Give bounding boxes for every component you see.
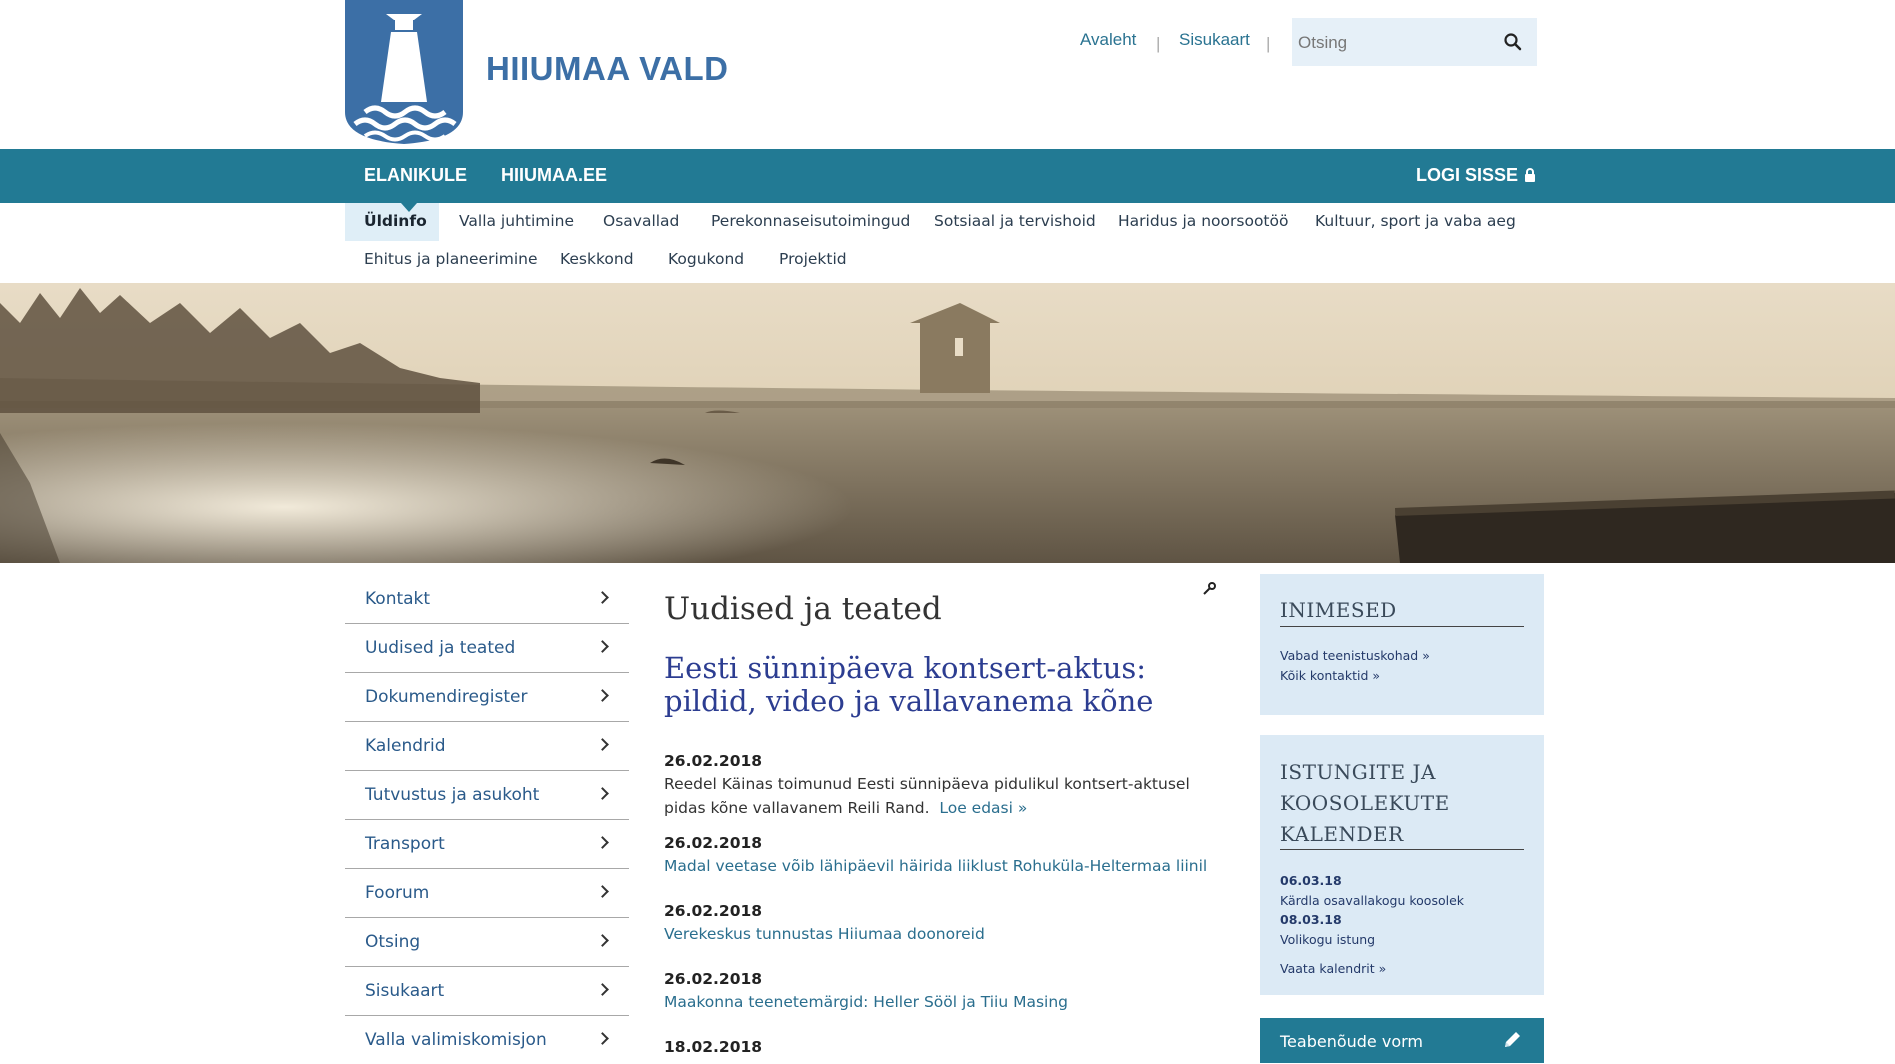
info-request-form-button[interactable]: Teabenõude vorm <box>1260 1018 1544 1063</box>
left-menu-label: Valla valimiskomisjon <box>365 1030 547 1050</box>
left-menu-item-kontakt[interactable]: Kontakt <box>345 575 629 624</box>
subnav-item-projektid[interactable]: Projektid <box>779 250 847 268</box>
left-menu-item-uudised[interactable]: Uudised ja teated <box>345 624 629 673</box>
left-menu-label: Sisukaart <box>365 981 445 1001</box>
search-input[interactable] <box>1296 18 1490 68</box>
divider <box>1280 626 1524 627</box>
chevron-right-icon <box>596 836 609 849</box>
news-date: 26.02.2018 <box>664 970 763 988</box>
people-title: INIMESED <box>1280 598 1397 622</box>
info-request-label: Teabenõude vorm <box>1280 1032 1423 1051</box>
subnav-item-valla-juhtimine[interactable]: Valla juhtimine <box>459 212 574 230</box>
main-nav: ELANIKULE HIIUMAA.EE LOGI SISSE <box>0 149 1895 203</box>
search-box <box>1292 18 1537 68</box>
subnav-item-kultuur[interactable]: Kultuur, sport ja vaba aeg <box>1315 212 1516 230</box>
lead-news-title[interactable]: Eesti sünnipäeva kontsert-aktus: pildid,… <box>664 652 1224 718</box>
wrench-icon[interactable] <box>1202 582 1216 596</box>
event-title[interactable]: Kärdla osavallakogu koosolek <box>1280 893 1464 908</box>
news-date: 18.02.2018 <box>664 1038 763 1056</box>
sitemap-link[interactable]: Sisukaart <box>1179 30 1250 50</box>
hero-image <box>0 283 1895 563</box>
separator: | <box>1156 34 1161 53</box>
news-link[interactable]: Madal veetase võib lähipäevil häirida li… <box>664 854 1224 878</box>
calendar-panel: ISTUNGITE JA KOOSOLEKUTE KALENDER 06.03.… <box>1260 735 1544 995</box>
separator: | <box>1266 34 1271 53</box>
left-menu-item-foorum[interactable]: Foorum <box>345 869 629 918</box>
news-item: 26.02.2018 Madal veetase võib lähipäevil… <box>664 834 1224 878</box>
site-name[interactable]: HIIUMAA VALD <box>486 50 728 88</box>
nav-item-hiiumaa-ee[interactable]: HIIUMAA.EE <box>501 165 607 186</box>
left-menu-label: Kalendrid <box>365 736 446 756</box>
chevron-right-icon <box>596 1032 609 1045</box>
caret-down-icon <box>401 203 417 212</box>
left-menu-label: Foorum <box>365 883 430 903</box>
chevron-right-icon <box>596 787 609 800</box>
lock-icon <box>1525 168 1536 182</box>
view-calendar-link[interactable]: Vaata kalendrit » <box>1280 961 1386 976</box>
subnav-item-haridus[interactable]: Haridus ja noorsootöö <box>1118 212 1288 230</box>
news-summary: Reedel Käinas toimunud Eesti sünnipäeva … <box>664 775 1190 817</box>
event-title[interactable]: Volikogu istung <box>1280 932 1375 947</box>
left-menu-item-tutvustus[interactable]: Tutvustus ja asukoht <box>345 771 629 820</box>
divider <box>1280 849 1524 850</box>
subnav-item-keskkond[interactable]: Keskkond <box>560 250 634 268</box>
subnav-item-uldinfo[interactable]: Üldinfo <box>364 212 427 230</box>
all-contacts-link[interactable]: Kõik kontaktid » <box>1280 668 1380 683</box>
event-date: 06.03.18 <box>1280 873 1342 888</box>
page-title: Uudised ja teated <box>664 590 942 627</box>
left-menu-item-transport[interactable]: Transport <box>345 820 629 869</box>
news-date: 26.02.2018 <box>664 752 763 770</box>
left-menu-item-kalendrid[interactable]: Kalendrid <box>345 722 629 771</box>
chevron-right-icon <box>596 983 609 996</box>
news-date: 26.02.2018 <box>664 902 763 920</box>
left-menu-item-otsing[interactable]: Otsing <box>345 918 629 967</box>
home-link[interactable]: Avaleht <box>1080 30 1136 50</box>
vacancies-link[interactable]: Vabad teenistuskohad » <box>1280 648 1430 663</box>
nav-item-elanikule[interactable]: ELANIKULE <box>364 165 467 186</box>
left-menu-item-valimiskomisjon[interactable]: Valla valimiskomisjon <box>345 1016 629 1064</box>
chevron-right-icon <box>596 885 609 898</box>
search-icon[interactable] <box>1503 32 1523 52</box>
left-menu-label: Kontakt <box>365 589 431 609</box>
chevron-right-icon <box>596 640 609 653</box>
read-more-link[interactable]: Loe edasi » <box>939 799 1027 817</box>
left-menu: Kontakt Uudised ja teated Dokumendiregis… <box>345 575 629 1064</box>
subnav-item-kogukond[interactable]: Kogukond <box>668 250 744 268</box>
left-menu-label: Transport <box>365 834 445 854</box>
subnav-item-ehitus[interactable]: Ehitus ja planeerimine <box>364 250 538 268</box>
event-date: 08.03.18 <box>1280 912 1342 927</box>
pencil-icon <box>1505 1032 1520 1047</box>
news-item: 18.02.2018 <box>664 1038 1224 1056</box>
news-item: 26.02.2018 Reedel Käinas toimunud Eesti … <box>664 752 1224 820</box>
news-date: 26.02.2018 <box>664 834 763 852</box>
people-panel: INIMESED Vabad teenistuskohad » Kõik kon… <box>1260 574 1544 715</box>
chevron-right-icon <box>596 689 609 702</box>
news-item: 26.02.2018 Verekeskus tunnustas Hiiumaa … <box>664 902 1224 946</box>
subnav-item-sotsiaal[interactable]: Sotsiaal ja tervishoid <box>934 212 1096 230</box>
news-item: 26.02.2018 Maakonna teenetemärgid: Helle… <box>664 970 1224 1014</box>
left-menu-item-dokumendiregister[interactable]: Dokumendiregister <box>345 673 629 722</box>
logo-shield-icon[interactable] <box>345 0 463 144</box>
news-link[interactable]: Verekeskus tunnustas Hiiumaa doonoreid <box>664 922 1224 946</box>
chevron-right-icon <box>596 934 609 947</box>
left-menu-label: Tutvustus ja asukoht <box>365 785 540 805</box>
left-menu-item-sisukaart[interactable]: Sisukaart <box>345 967 629 1016</box>
subnav-item-osavallad[interactable]: Osavallad <box>603 212 679 230</box>
chevron-right-icon <box>596 738 609 751</box>
left-menu-label: Dokumendiregister <box>365 687 528 707</box>
login-label: LOGI SISSE <box>1416 165 1519 185</box>
left-menu-label: Otsing <box>365 932 421 952</box>
login-link[interactable]: LOGI SISSE <box>1416 165 1536 186</box>
chevron-right-icon <box>596 591 609 604</box>
subnav-item-perekonnaseisutoimingud[interactable]: Perekonnaseisutoimingud <box>711 212 910 230</box>
news-link[interactable]: Maakonna teenetemärgid: Heller Sööl ja T… <box>664 990 1224 1014</box>
left-menu-label: Uudised ja teated <box>365 638 516 658</box>
calendar-title: ISTUNGITE JA KOOSOLEKUTE KALENDER <box>1280 760 1450 846</box>
